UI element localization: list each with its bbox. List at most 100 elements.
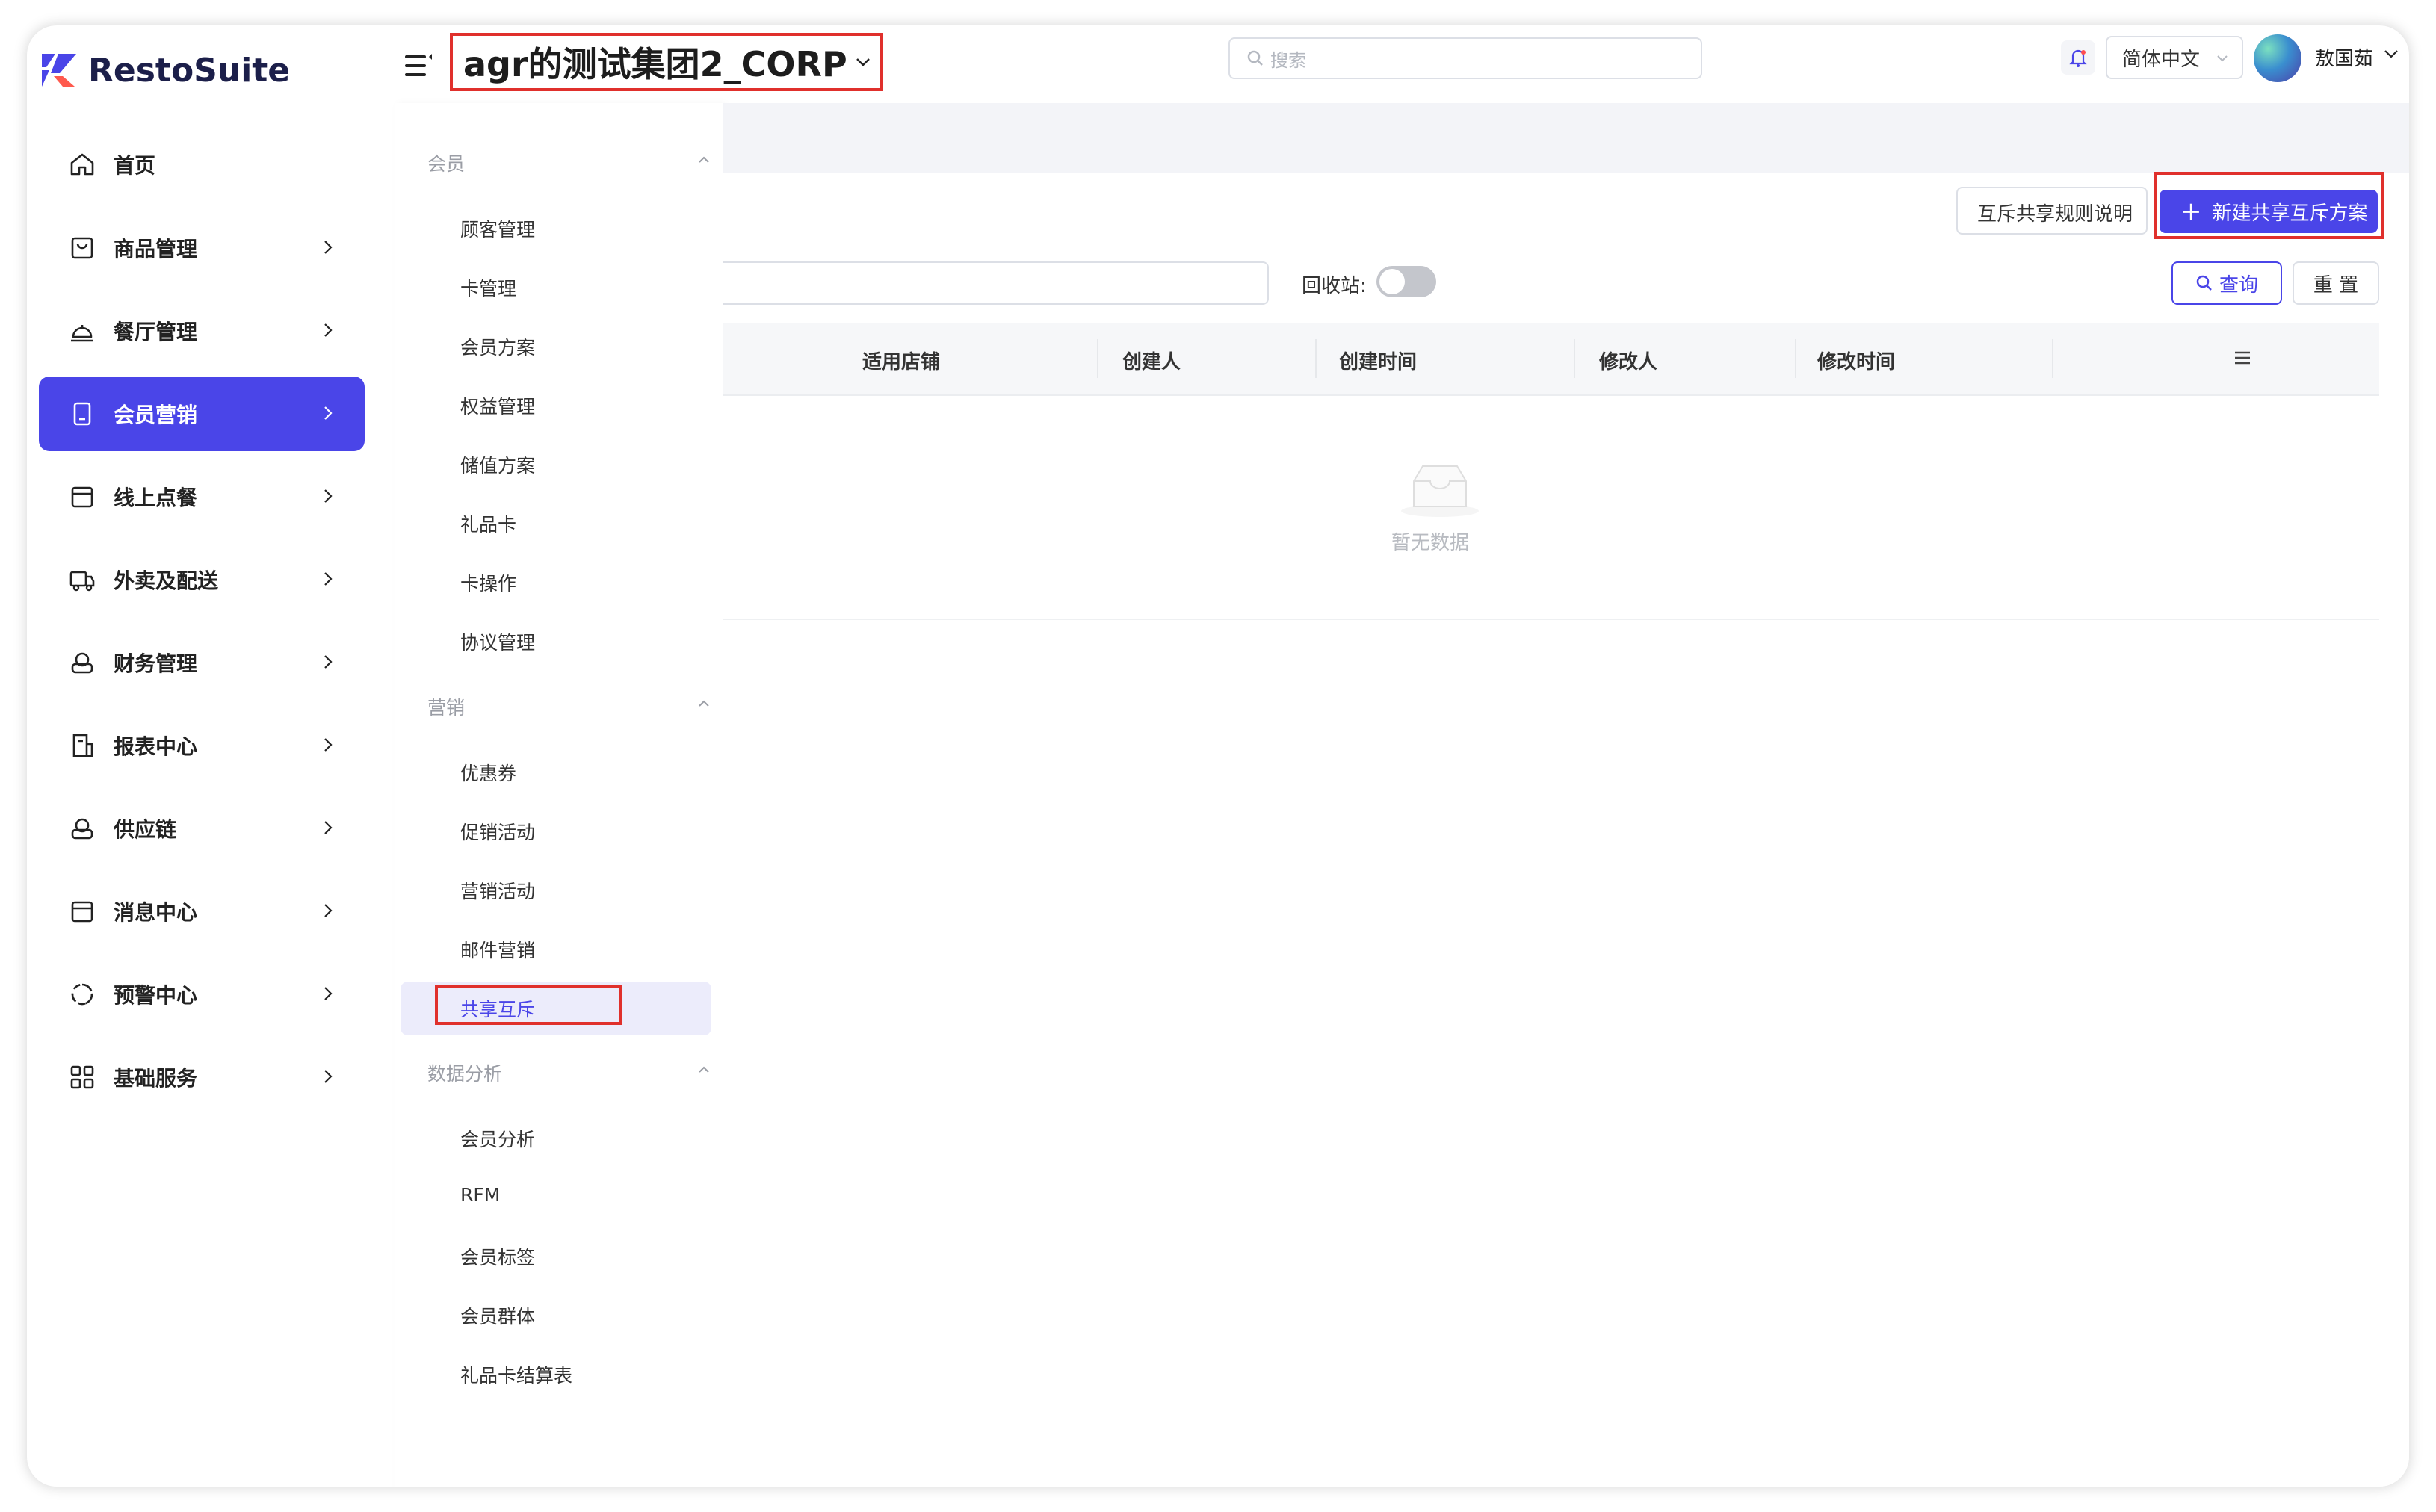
submenu-item-gift-card-settlement[interactable]: 礼品卡结算表 xyxy=(460,1361,572,1388)
chevron-right-icon xyxy=(324,904,333,917)
sidebar-item-messages[interactable]: 消息中心 xyxy=(39,874,365,949)
empty-inbox-icon xyxy=(1401,465,1479,517)
sidebar-item-finance[interactable]: 财务管理 xyxy=(39,625,365,700)
submenu-item-member-groups[interactable]: 会员群体 xyxy=(460,1302,535,1329)
chevron-right-icon xyxy=(324,738,333,752)
menu-toggle-icon[interactable] xyxy=(401,48,436,84)
restaurant-bell-icon xyxy=(71,325,93,342)
table-header xyxy=(723,323,2379,396)
alert-icon xyxy=(71,983,93,1006)
sidebar-item-label: 基础服务 xyxy=(114,1066,198,1091)
submenu-item-gift-card[interactable]: 礼品卡 xyxy=(460,510,516,537)
chevron-right-icon xyxy=(324,821,333,834)
org-name: agr的测试集团2_CORP xyxy=(463,44,847,84)
user-avatar[interactable] xyxy=(2254,34,2301,82)
submenu-item-member-tags[interactable]: 会员标签 xyxy=(460,1243,535,1270)
chevron-up-icon[interactable] xyxy=(696,152,711,167)
submenu-item-card-operations[interactable]: 卡操作 xyxy=(460,569,516,596)
column-header-modified-time: 修改时间 xyxy=(1817,351,1896,374)
language-value: 简体中文 xyxy=(2122,48,2201,71)
search-icon xyxy=(1247,50,1263,66)
submenu-item-customers[interactable]: 顾客管理 xyxy=(460,215,535,242)
submenu-item-benefits[interactable]: 权益管理 xyxy=(460,392,535,419)
highlight-box xyxy=(2154,172,2384,239)
recycle-bin-toggle[interactable] xyxy=(1376,266,1436,297)
delivery-truck-icon xyxy=(69,571,95,592)
sidebar-item-supply-chain[interactable]: 供应链 xyxy=(39,791,365,866)
reset-label: 重 置 xyxy=(2313,273,2359,297)
recycle-bin-label: 回收站: xyxy=(1302,275,1367,297)
reset-button[interactable]: 重 置 xyxy=(2293,261,2379,305)
tabs-bar xyxy=(723,103,2409,173)
sidebar-item-label: 商品管理 xyxy=(114,237,198,261)
chevron-right-icon xyxy=(324,323,333,337)
submenu-item-email-marketing[interactable]: 邮件营销 xyxy=(460,936,535,963)
submenu-item-agreements[interactable]: 协议管理 xyxy=(460,628,535,655)
sidebar-item-reports[interactable]: 报表中心 xyxy=(39,708,365,783)
column-settings-icon[interactable] xyxy=(2231,347,2254,369)
column-divider xyxy=(1795,339,1796,378)
name-filter-input[interactable] xyxy=(723,261,1269,305)
online-order-icon xyxy=(71,486,93,508)
chevron-right-icon xyxy=(324,655,333,669)
column-divider xyxy=(2052,339,2053,378)
chevron-up-icon[interactable] xyxy=(696,696,711,711)
sidebar-item-label: 线上点餐 xyxy=(114,486,198,510)
submenu-item-rfm[interactable]: RFM xyxy=(460,1184,500,1206)
chevron-down-icon[interactable] xyxy=(2382,45,2400,63)
chevron-right-icon xyxy=(324,406,333,420)
submenu-section-member[interactable]: 会员 xyxy=(427,149,465,176)
org-switcher[interactable]: agr的测试集团2_CORP xyxy=(450,33,883,91)
query-button[interactable]: 查询 xyxy=(2171,261,2282,305)
submenu-item-promotions[interactable]: 促销活动 xyxy=(460,818,535,845)
sidebar-item-label: 报表中心 xyxy=(114,734,198,759)
submenu-item-cards[interactable]: 卡管理 xyxy=(460,274,516,301)
sidebar-item-label: 供应链 xyxy=(114,817,177,842)
chevron-right-icon xyxy=(324,241,333,254)
submenu-item-member-plans[interactable]: 会员方案 xyxy=(460,333,535,360)
column-divider xyxy=(1574,339,1575,378)
notification-button[interactable] xyxy=(2061,40,2095,75)
username[interactable]: 敖国茹 xyxy=(2315,43,2373,71)
empty-state-text: 暂无数据 xyxy=(1391,532,1470,554)
sidebar-item-alerts[interactable]: 预警中心 xyxy=(39,957,365,1032)
sidebar-item-label: 首页 xyxy=(114,153,156,178)
app-window: RestoSuite agr的测试集团2_CORP 搜索 简体中文 敖国茹 首页… xyxy=(27,25,2409,1487)
chevron-right-icon xyxy=(324,987,333,1000)
sidebar-item-online-order[interactable]: 线上点餐 xyxy=(39,459,365,534)
submenu-section-marketing[interactable]: 营销 xyxy=(427,693,465,720)
report-icon xyxy=(72,734,93,757)
restosuite-logo-icon xyxy=(42,54,76,87)
submenu-item-stored-value[interactable]: 储值方案 xyxy=(460,451,535,478)
sidebar-item-label: 餐厅管理 xyxy=(114,320,198,344)
brand-logo[interactable]: RestoSuite xyxy=(40,39,290,102)
sidebar-item-label: 外卖及配送 xyxy=(114,568,219,593)
bell-icon xyxy=(2069,49,2087,67)
sidebar-item-home[interactable]: 首页 xyxy=(39,127,365,202)
search-placeholder: 搜索 xyxy=(1270,49,1306,71)
table-bottom-border xyxy=(723,619,2379,620)
language-select[interactable]: 简体中文 xyxy=(2106,36,2243,79)
submenu-item-campaigns[interactable]: 营销活动 xyxy=(460,877,535,904)
column-header-stores: 适用店铺 xyxy=(862,351,941,374)
chevron-right-icon xyxy=(324,572,333,586)
submenu-section-analytics[interactable]: 数据分析 xyxy=(427,1059,502,1086)
sidebar-item-member-marketing[interactable]: 会员营销 xyxy=(39,377,365,451)
brand-name: RestoSuite xyxy=(88,51,291,90)
sidebar-item-products[interactable]: 商品管理 xyxy=(39,211,365,285)
sidebar-item-label: 预警中心 xyxy=(114,983,198,1008)
global-search-input[interactable]: 搜索 xyxy=(1228,37,1702,79)
sidebar-item-restaurant[interactable]: 餐厅管理 xyxy=(39,294,365,368)
member-marketing-submenu: 会员 顾客管理 卡管理 会员方案 权益管理 储值方案 礼品卡 卡操作 协议管理 … xyxy=(395,103,723,1487)
submenu-item-share-exclusion[interactable]: 共享互斥 xyxy=(460,995,535,1022)
sidebar-item-label: 消息中心 xyxy=(114,900,198,925)
chevron-up-icon[interactable] xyxy=(696,1062,711,1077)
submenu-item-member-analysis[interactable]: 会员分析 xyxy=(460,1125,535,1152)
column-divider xyxy=(1315,339,1317,378)
sidebar-item-basic-services[interactable]: 基础服务 xyxy=(39,1040,365,1115)
submenu-item-coupons[interactable]: 优惠券 xyxy=(460,759,516,786)
sidebar-item-delivery[interactable]: 外卖及配送 xyxy=(39,542,365,617)
column-divider xyxy=(1097,339,1098,378)
sidebar-item-label: 会员营销 xyxy=(114,403,198,427)
member-card-icon xyxy=(73,402,91,426)
